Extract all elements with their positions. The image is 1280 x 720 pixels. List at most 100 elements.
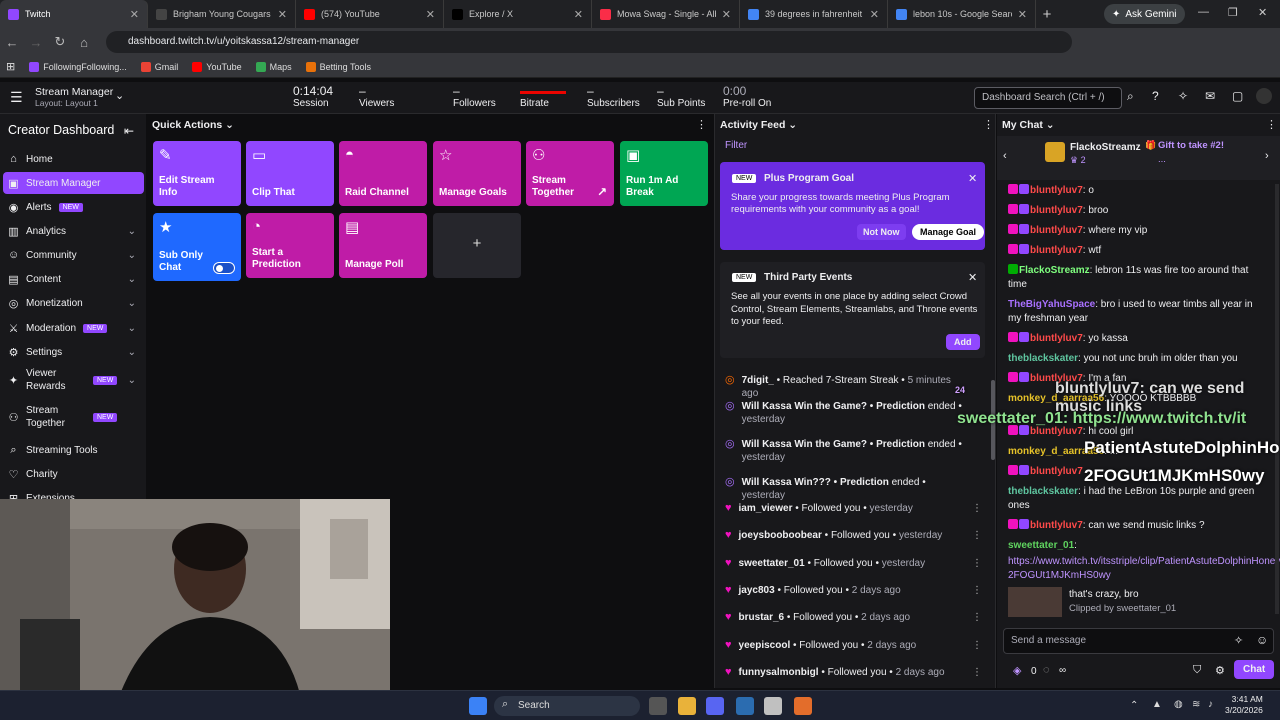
activity-event[interactable]: ♥ joeysbooboobear • Followed you • yester…: [725, 529, 982, 542]
chevron-down-icon[interactable]: ⌄: [128, 323, 136, 334]
hamburger-menu-icon[interactable]: ☰: [10, 89, 23, 106]
collapse-sidebar-icon[interactable]: ⇤: [124, 124, 134, 138]
bookmark-item[interactable]: Betting Tools: [305, 61, 371, 72]
bookmark-item[interactable]: YouTube: [192, 61, 242, 72]
chat-username[interactable]: bluntlyluv7: [1030, 225, 1083, 236]
manage-goal-button[interactable]: Manage Goal: [912, 224, 985, 240]
activity-event[interactable]: ◎ Will Kassa Win??? • Prediction ended • …: [725, 476, 980, 502]
not-now-button[interactable]: Not Now: [857, 224, 906, 240]
chat-username[interactable]: bluntlyluv7: [1030, 333, 1083, 344]
more-options-icon[interactable]: ⋮: [972, 529, 982, 542]
volume-icon[interactable]: ♪: [1208, 699, 1213, 710]
tile-add[interactable]: +: [433, 213, 521, 278]
activity-event[interactable]: ♥ funnysalmonbigl • Followed you • 2 days…: [725, 666, 982, 679]
stat-session[interactable]: 0:14:04 Session: [293, 85, 333, 110]
chat-message[interactable]: theblackskater: i had the LeBron 10s pur…: [1008, 485, 1263, 513]
close-tab-icon[interactable]: ✕: [722, 8, 731, 21]
activity-event[interactable]: ◎ Will Kassa Win the Game? • Prediction e…: [725, 438, 980, 464]
dashboard-search-input[interactable]: Dashboard Search (Ctrl + /): [974, 87, 1122, 109]
stat-viewers[interactable]: – Viewers: [359, 85, 394, 110]
activity-event[interactable]: ♥ sweettater_01 • Followed you • yesterda…: [725, 557, 982, 570]
activity-event[interactable]: ♥ yeepiscool • Followed you • 2 days ago ⋮: [725, 639, 982, 652]
bookmark-item[interactable]: FollowingFollowing...: [29, 61, 127, 72]
activity-event[interactable]: ◎ 7digit_ • Reached 7-Stream Streak • 5 m…: [725, 374, 980, 400]
reload-icon[interactable]: ↻: [48, 34, 72, 50]
chevron-down-icon[interactable]: ⌄: [115, 89, 124, 102]
more-options-icon[interactable]: ⋮: [696, 118, 707, 131]
url-field[interactable]: dashboard.twitch.tv/u/yoitskassa12/strea…: [106, 31, 1072, 53]
sidebar-item-analytics[interactable]: ▥ Analytics ⌄: [3, 220, 144, 242]
chevron-left-icon[interactable]: ‹: [1003, 150, 1007, 162]
emote-icon[interactable]: ☺: [1256, 633, 1268, 647]
store-icon[interactable]: [764, 697, 782, 715]
shield-icon[interactable]: ⛉: [1193, 664, 1201, 677]
tile-edit-stream-info[interactable]: ✎ Edit Stream Info: [153, 141, 241, 206]
tray-chevron-icon[interactable]: ⌃: [1130, 700, 1138, 711]
tile-clip-that[interactable]: ▭ Clip That: [246, 141, 334, 206]
chat-username[interactable]: bluntlyluv7: [1030, 520, 1083, 531]
clip-card[interactable]: that's crazy, bro Clipped by sweettater_…: [1008, 587, 1258, 619]
layout-selector[interactable]: Stream Manager Layout: Layout 1: [35, 86, 113, 108]
bookmark-item[interactable]: Maps: [255, 61, 292, 72]
bookmark-item[interactable]: Gmail: [140, 61, 178, 72]
activity-event[interactable]: ♥ brustar_6 • Followed you • 2 days ago ⋮: [725, 611, 982, 624]
more-options-icon[interactable]: ⋮: [1266, 118, 1277, 131]
more-options-icon[interactable]: ⋮: [972, 666, 982, 679]
wifi-icon[interactable]: ≋: [1192, 699, 1200, 710]
sidebar-item-charity[interactable]: ♡ Charity: [3, 463, 144, 485]
chat-message[interactable]: bluntlyluv7: broo: [1008, 204, 1263, 218]
chat-username[interactable]: FlackoStreamz: [1019, 265, 1090, 276]
magic-icon[interactable]: ✧: [1178, 89, 1188, 103]
task-view-icon[interactable]: [649, 697, 667, 715]
apps-grid-icon[interactable]: ⊞: [6, 60, 15, 73]
settings-gear-icon[interactable]: ⚙: [1215, 664, 1225, 677]
sidebar-item-monetization[interactable]: ◎ Monetization ⌄: [3, 292, 144, 314]
sidebar-item-content[interactable]: ▤ Content ⌄: [3, 268, 144, 290]
new-tab-button[interactable]: +: [1036, 6, 1058, 23]
chat-username[interactable]: TheBigYahuSpace: [1008, 299, 1095, 310]
search-icon[interactable]: ⌕: [1127, 89, 1134, 104]
browser-tab[interactable]: (574) YouTube ✕: [296, 0, 444, 28]
browser-tab[interactable]: lebon 10s - Google Search ✕: [888, 0, 1036, 28]
more-options-icon[interactable]: ⋮: [972, 557, 982, 570]
activity-event[interactable]: ◎ Will Kassa Win the Game? • Prediction e…: [725, 400, 980, 426]
add-button[interactable]: Add: [946, 334, 980, 350]
chat-message[interactable]: FlackoStreamz: lebron 11s was fire too a…: [1008, 264, 1263, 292]
close-window-icon[interactable]: ✕: [1258, 6, 1267, 19]
more-options-icon[interactable]: ⋮: [972, 611, 982, 624]
tray-app-icon[interactable]: ▲: [1152, 699, 1162, 710]
stat-sub-points[interactable]: – Sub Points: [657, 85, 705, 110]
close-tab-icon[interactable]: ✕: [278, 8, 287, 21]
chat-username[interactable]: bluntlyluv7: [1030, 466, 1083, 477]
chat-input[interactable]: Send a message ✧ ☺: [1003, 628, 1274, 654]
sidebar-item-moderation[interactable]: ⚔ Moderation NEW ⌄: [3, 317, 144, 339]
browser-tab[interactable]: Mowa Swag - Single - Album ✕: [592, 0, 740, 28]
inbox-icon[interactable]: ✉: [1205, 89, 1215, 103]
close-icon[interactable]: ✕: [968, 172, 977, 185]
chat-username[interactable]: theblackskater: [1008, 486, 1078, 497]
forward-icon[interactable]: →: [24, 35, 48, 50]
chevron-right-icon[interactable]: ›: [1265, 150, 1269, 162]
chat-message[interactable]: theblackskater: you not unc bruh im olde…: [1008, 352, 1263, 366]
more-options-icon[interactable]: ⋮: [972, 502, 982, 515]
maximize-icon[interactable]: ❐: [1228, 6, 1238, 19]
stat-subscribers[interactable]: – Subscribers: [587, 85, 640, 110]
activity-event[interactable]: ♥ iam_viewer • Followed you • yesterday ⋮: [725, 502, 982, 515]
sidebar-item-streaming-tools[interactable]: ⌕ Streaming Tools: [3, 439, 144, 461]
chat-message[interactable]: sweettater_01:: [1008, 539, 1263, 553]
minimize-icon[interactable]: —: [1198, 6, 1209, 18]
user-avatar[interactable]: [1256, 88, 1272, 104]
chat-message[interactable]: bluntlyluv7: wtf: [1008, 244, 1263, 258]
app-icon[interactable]: [794, 697, 812, 715]
browser-tab[interactable]: 39 degrees in fahrenheit to c ✕: [740, 0, 888, 28]
activity-event[interactable]: ♥ jayc803 • Followed you • 2 days ago ⋮: [725, 584, 982, 597]
chat-username[interactable]: bluntlyluv7: [1030, 185, 1083, 196]
back-icon[interactable]: ←: [0, 35, 24, 50]
close-tab-icon[interactable]: ✕: [130, 8, 139, 21]
taskbar-search[interactable]: Search: [494, 696, 640, 716]
chevron-down-icon[interactable]: ⌄: [225, 119, 234, 131]
channel-points-icon[interactable]: ◈: [1013, 664, 1021, 677]
chevron-down-icon[interactable]: ⌄: [1046, 119, 1055, 131]
sidebar-item-stream-together[interactable]: ⚇ Stream Together NEW: [3, 402, 144, 432]
chevron-down-icon[interactable]: ⌄: [128, 375, 136, 386]
